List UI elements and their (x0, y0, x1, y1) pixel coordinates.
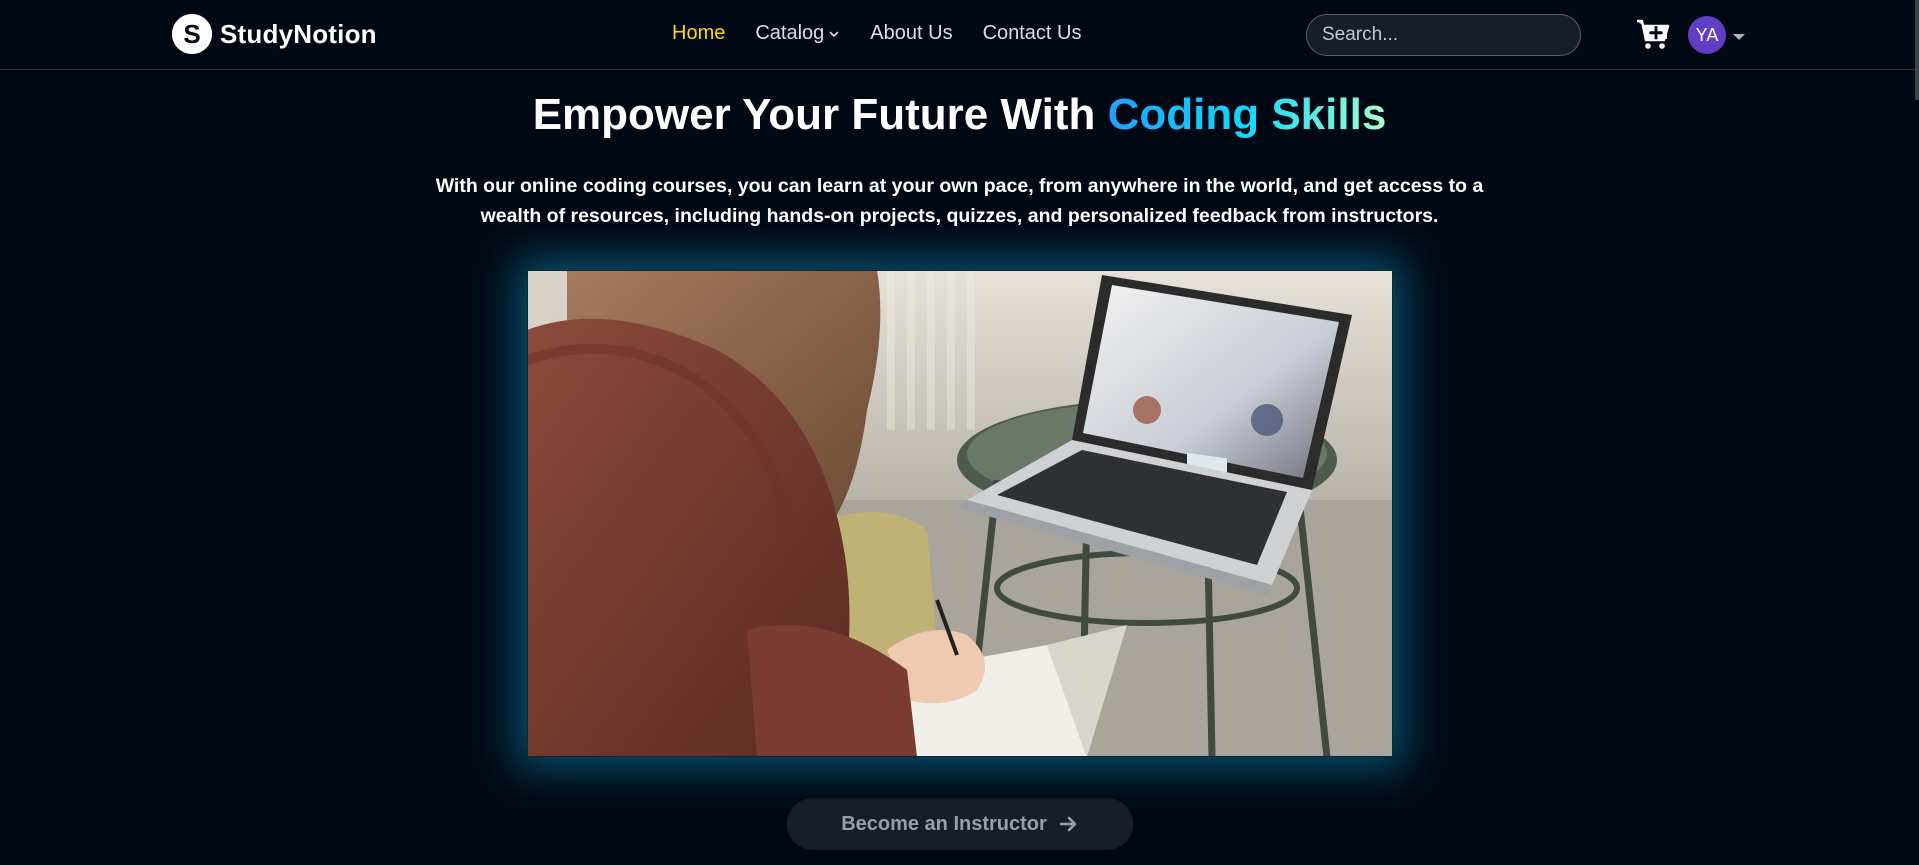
cart-plus-icon[interactable] (1636, 18, 1670, 50)
hero-title: Empower Your Future With Coding Skills (0, 90, 1919, 140)
brand-logo[interactable]: S StudyNotion (172, 14, 377, 54)
user-avatar[interactable]: YA (1688, 16, 1726, 54)
nav-link-catalog-label: Catalog (755, 22, 825, 44)
nav-link-contact[interactable]: Contact Us (983, 22, 1082, 45)
arrow-right-icon (1059, 816, 1077, 832)
logo-letter: S (183, 19, 200, 49)
become-instructor-label: Become an Instructor (841, 812, 1047, 835)
top-navbar: S StudyNotion Home Catalog About Us Cont… (0, 0, 1919, 100)
logo-icon: S (172, 14, 212, 54)
brand-name: StudyNotion (220, 18, 377, 49)
hero-video[interactable] (527, 270, 1393, 757)
become-instructor-button[interactable]: Become an Instructor (787, 798, 1133, 850)
search-input[interactable] (1306, 14, 1581, 56)
nav-link-catalog[interactable]: Catalog (755, 22, 840, 45)
hero-title-highlight: Coding Skills (1107, 90, 1387, 139)
hero-video-frame (527, 270, 1393, 757)
nav-link-about[interactable]: About Us (870, 22, 952, 45)
nav-links: Home Catalog About Us Contact Us (672, 22, 1082, 45)
caret-down-icon[interactable] (1732, 29, 1746, 40)
nav-link-home[interactable]: Home (672, 22, 725, 45)
chevron-down-icon (829, 31, 839, 37)
hero-subtitle: With our online coding courses, you can … (435, 175, 1484, 227)
hero-title-prefix: Empower Your Future With (532, 90, 1108, 139)
page-scrollbar[interactable] (1915, 0, 1919, 100)
